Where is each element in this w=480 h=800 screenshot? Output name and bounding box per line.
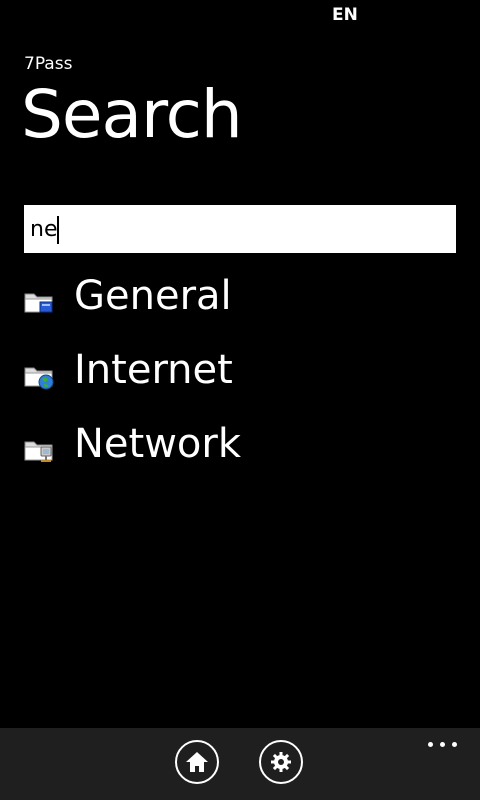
home-button[interactable] <box>175 740 219 784</box>
text-caret <box>57 216 59 244</box>
folder-internet-icon <box>24 362 54 390</box>
keyboard-language-indicator: EN <box>332 5 358 25</box>
result-item-internet[interactable]: Internet <box>0 344 480 408</box>
result-label: Network <box>74 421 242 467</box>
search-box[interactable] <box>24 205 456 253</box>
result-item-network[interactable]: Network <box>0 418 480 482</box>
settings-button[interactable] <box>259 740 303 784</box>
app-title: 7Pass <box>24 54 73 74</box>
folder-network-icon <box>24 436 54 464</box>
result-label: Internet <box>74 347 233 393</box>
more-ellipsis-icon[interactable] <box>428 742 458 748</box>
application-bar <box>0 728 480 800</box>
result-label: General <box>74 273 232 319</box>
search-input[interactable] <box>24 205 456 253</box>
status-bar: EN <box>0 0 480 32</box>
result-item-general[interactable]: General <box>0 270 480 334</box>
page-title: Search <box>21 76 243 153</box>
folder-general-icon <box>24 288 54 316</box>
